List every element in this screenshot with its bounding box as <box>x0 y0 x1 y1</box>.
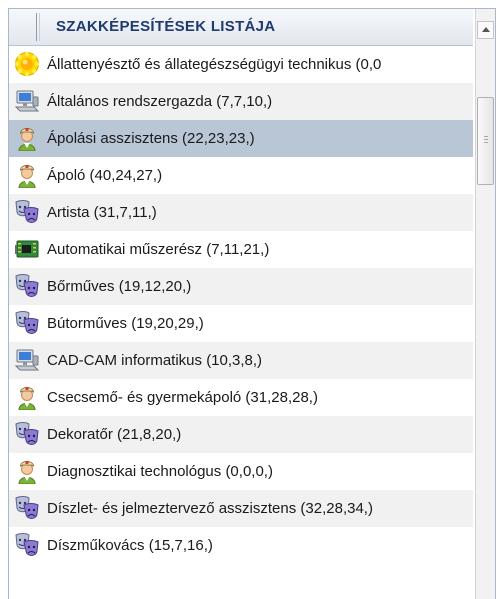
list-header-title: SZAKKÉPESÍTÉSEK LISTÁJA <box>56 18 276 35</box>
theater-masks-icon <box>14 310 40 336</box>
list-item-label: Dekoratőr (21,8,20,) <box>47 426 182 443</box>
scroll-grip-line <box>484 142 488 143</box>
list-item-label: CAD-CAM informatikus (10,3,8,) <box>47 352 263 369</box>
scroll-grip-line <box>484 136 488 137</box>
list-item-label: Csecsemő- és gyermekápoló (31,28,28,) <box>47 389 318 406</box>
list-item-label: Ápolási asszisztens (22,23,23,) <box>47 130 255 147</box>
list-item-label: Bőrműves (19,12,20,) <box>47 278 192 295</box>
list-item[interactable]: Artista (31,7,11,) <box>9 194 473 231</box>
list-item[interactable]: Automatikai műszerész (7,11,21,) <box>9 231 473 268</box>
theater-masks-icon <box>14 495 40 521</box>
list-header[interactable]: SZAKKÉPESÍTÉSEK LISTÁJA <box>9 9 473 46</box>
nurse-icon <box>14 125 40 152</box>
list-item-label: Diagnosztikai technológus (0,0,0,) <box>47 463 273 480</box>
circuit-board-icon <box>14 236 40 262</box>
list-item[interactable]: CAD-CAM informatikus (10,3,8,) <box>9 342 473 379</box>
vertical-scrollbar[interactable] <box>475 9 495 599</box>
list-item-label: Automatikai műszerész (7,11,21,) <box>47 241 270 258</box>
list-item-label: Bútorműves (19,20,29,) <box>47 315 204 332</box>
list-item-label: Díszműkovács (15,7,16,) <box>47 537 213 554</box>
list-item-label: Általános rendszergazda (7,7,10,) <box>47 93 273 110</box>
list-item-label: Állattenyésztő és állategészségügyi tech… <box>47 56 382 73</box>
list-item-selected[interactable]: Ápolási asszisztens (22,23,23,) <box>9 120 473 157</box>
list-item-label: Artista (31,7,11,) <box>47 204 157 221</box>
list-item[interactable]: Bútorműves (19,20,29,) <box>9 305 473 342</box>
header-divider-light <box>39 13 40 41</box>
list-item[interactable]: Diagnosztikai technológus (0,0,0,) <box>9 453 473 490</box>
list-item[interactable]: Bőrműves (19,12,20,) <box>9 268 473 305</box>
theater-masks-icon <box>14 532 40 558</box>
list-item[interactable]: Állattenyésztő és állategészségügyi tech… <box>9 46 473 83</box>
sun-icon <box>14 51 40 77</box>
list-item-label: Ápoló (40,24,27,) <box>47 167 163 184</box>
scroll-up-button[interactable] <box>477 21 494 39</box>
nurse-icon <box>14 458 40 485</box>
list-item[interactable]: Csecsemő- és gyermekápoló (31,28,28,) <box>9 379 473 416</box>
scroll-thumb[interactable] <box>477 97 494 185</box>
computer-icon <box>14 347 40 373</box>
header-divider <box>36 13 37 41</box>
list-item[interactable]: Ápoló (40,24,27,) <box>9 157 473 194</box>
theater-masks-icon <box>14 421 40 447</box>
list-item-label: Díszlet- és jelmeztervező asszisztens (3… <box>47 500 373 517</box>
nurse-icon <box>14 162 40 189</box>
occupation-list: Állattenyésztő és állategészségügyi tech… <box>9 46 473 564</box>
occupation-list-panel: SZAKKÉPESÍTÉSEK LISTÁJA Állattenyésztő é… <box>8 8 496 599</box>
list-item[interactable]: Dekoratőr (21,8,20,) <box>9 416 473 453</box>
list-item[interactable]: Díszműkovács (15,7,16,) <box>9 527 473 564</box>
scroll-grip-line <box>484 139 488 140</box>
list-item[interactable]: Általános rendszergazda (7,7,10,) <box>9 83 473 120</box>
nurse-icon <box>14 384 40 411</box>
theater-masks-icon <box>14 273 40 299</box>
computer-icon <box>14 88 40 114</box>
list-item[interactable]: Díszlet- és jelmeztervező asszisztens (3… <box>9 490 473 527</box>
theater-masks-icon <box>14 199 40 225</box>
